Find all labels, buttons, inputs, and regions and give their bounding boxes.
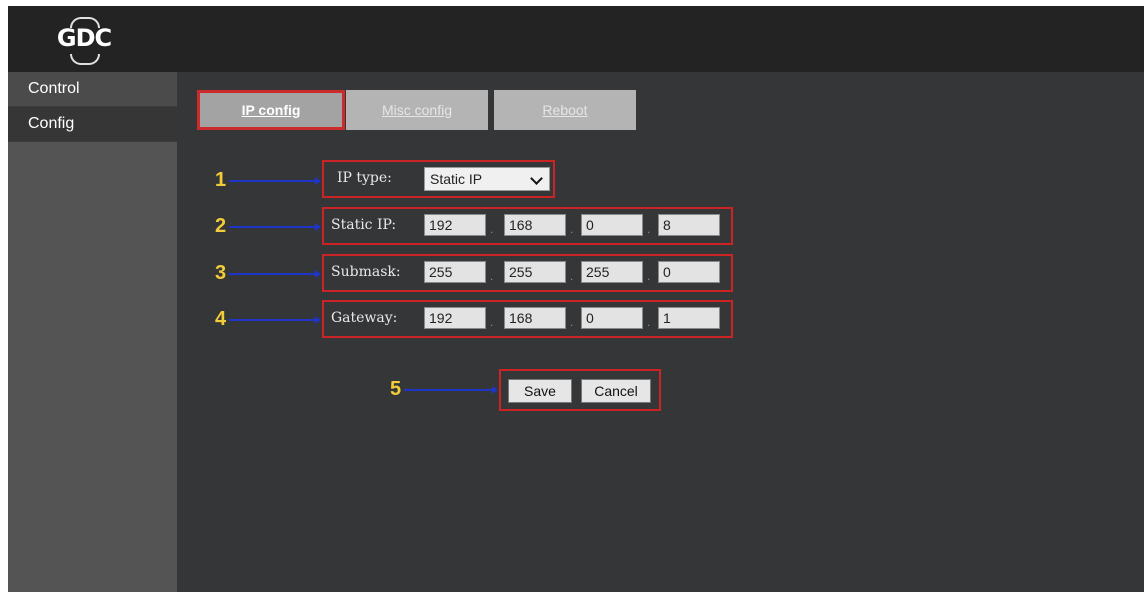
octet-separator: . — [647, 315, 651, 329]
octet-separator: . — [570, 315, 574, 329]
annotation-arrow-1 — [229, 177, 321, 185]
static-ip-label: Static IP: — [331, 217, 397, 233]
octet-separator: . — [490, 315, 494, 329]
static-ip-octet-2[interactable]: 168 — [504, 214, 566, 236]
cancel-button[interactable]: Cancel — [581, 379, 651, 403]
gateway-octet-2[interactable]: 168 — [504, 307, 566, 329]
ip-type-label: IP type: — [337, 170, 392, 186]
annotation-number-3: 3 — [215, 262, 227, 284]
save-button[interactable]: Save — [508, 379, 572, 403]
octet-separator: . — [490, 269, 494, 283]
tab-misc-config[interactable]: Misc config — [346, 90, 488, 130]
annotation-arrow-5 — [404, 386, 498, 394]
annotation-arrow-4 — [229, 316, 321, 324]
gateway-octet-3[interactable]: 0 — [581, 307, 643, 329]
gdc-logo: GDC — [54, 16, 124, 66]
annotation-number-4: 4 — [215, 308, 227, 330]
sidebar: Control Config — [8, 72, 177, 592]
submask-label: Submask: — [331, 264, 401, 280]
annotation-arrow-3 — [229, 270, 321, 278]
submask-octet-1[interactable]: 255 — [424, 261, 486, 283]
annotation-number-2: 2 — [215, 215, 227, 237]
sidebar-item-control[interactable]: Control — [8, 72, 177, 107]
logo-arc-bottom — [70, 54, 100, 65]
ip-type-select[interactable]: Static IP — [424, 167, 550, 191]
ip-type-selected-value: Static IP — [430, 171, 483, 187]
static-ip-octet-1[interactable]: 192 — [424, 214, 486, 236]
gateway-octet-4[interactable]: 1 — [658, 307, 720, 329]
sidebar-item-config[interactable]: Config — [8, 107, 177, 142]
tab-reboot[interactable]: Reboot — [494, 90, 636, 130]
gateway-label: Gateway: — [331, 310, 398, 326]
octet-separator: . — [570, 269, 574, 283]
gateway-octet-1[interactable]: 192 — [424, 307, 486, 329]
header-bar: GDC — [8, 6, 1144, 72]
octet-separator: . — [570, 222, 574, 236]
tab-ip-config[interactable]: IP config — [197, 90, 345, 130]
submask-octet-3[interactable]: 255 — [581, 261, 643, 283]
octet-separator: . — [490, 222, 494, 236]
submask-octet-2[interactable]: 255 — [504, 261, 566, 283]
submask-octet-4[interactable]: 0 — [658, 261, 720, 283]
annotation-number-5: 5 — [390, 378, 402, 400]
octet-separator: . — [647, 269, 651, 283]
main-content: IP config Misc config Reboot 1 IP type: … — [177, 72, 1144, 592]
logo-text: GDC — [56, 24, 112, 52]
app-window: GDC Control Config IP config Misc config… — [8, 6, 1144, 592]
octet-separator: . — [647, 222, 651, 236]
static-ip-octet-3[interactable]: 0 — [581, 214, 643, 236]
chevron-down-icon — [530, 172, 543, 185]
annotation-number-1: 1 — [215, 169, 227, 191]
static-ip-octet-4[interactable]: 8 — [658, 214, 720, 236]
annotation-arrow-2 — [229, 223, 321, 231]
